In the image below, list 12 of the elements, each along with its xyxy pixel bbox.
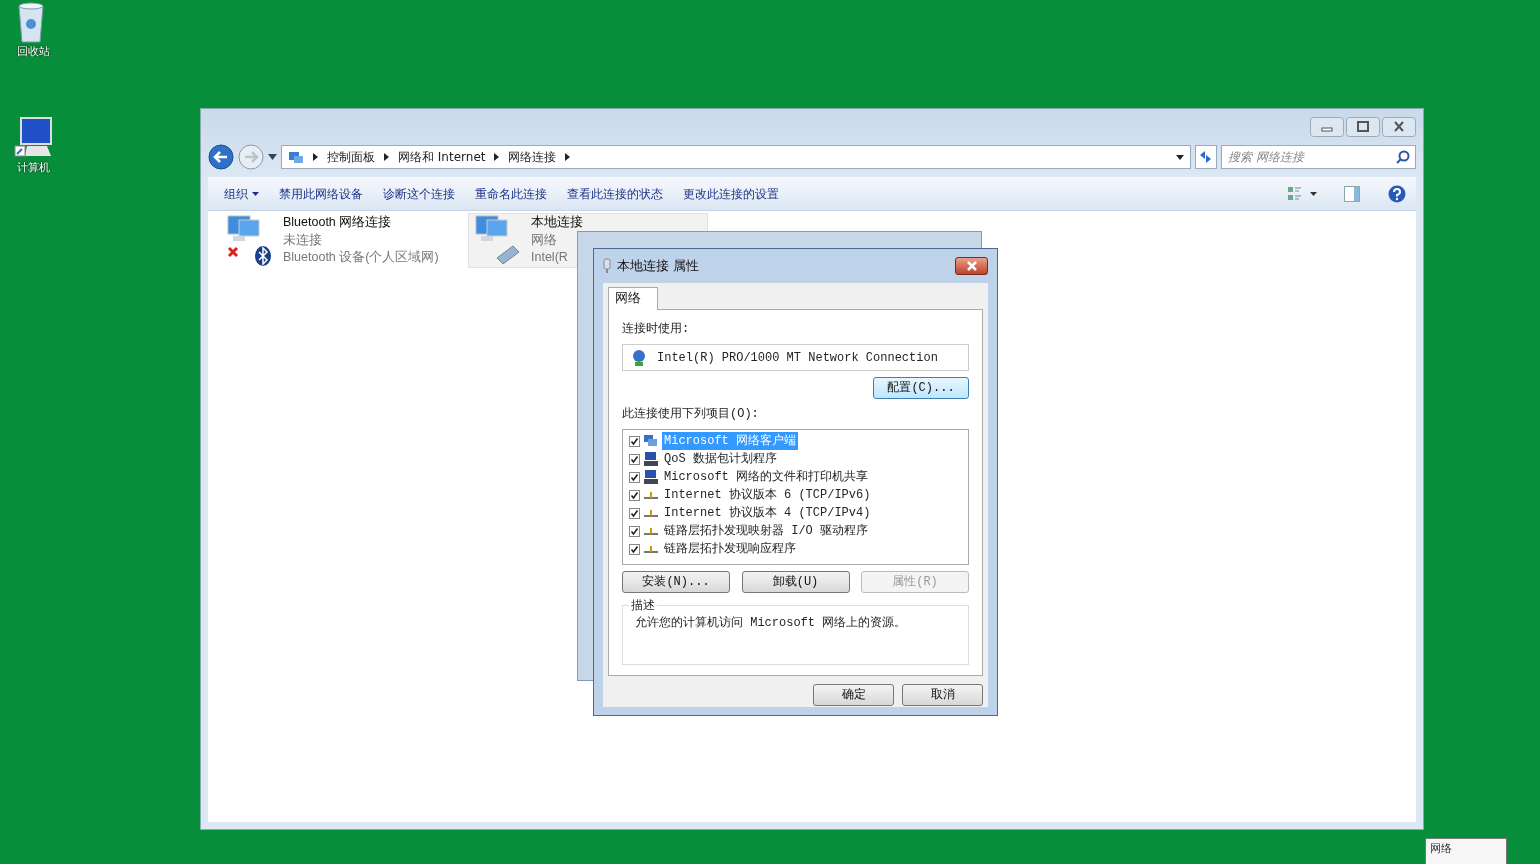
connection-device: Bluetooth 设备(个人区域网): [283, 249, 439, 266]
connection-status: 网络: [531, 231, 558, 249]
connection-status: 未连接: [283, 231, 323, 249]
field-label: 连接时使用:: [622, 320, 691, 338]
adapter-name: Intel(R) PRO/1000 MT Network Connection: [657, 349, 938, 367]
connection-name: 本地连接: [531, 214, 583, 231]
dialog-title: 本地连接 属性: [617, 256, 699, 275]
field-label: 此连接使用下列项目(O):: [622, 406, 760, 424]
connection-name: Bluetooth 网络连接: [283, 214, 393, 231]
description-text: 允许您的计算机访问 Microsoft 网络上的资源。: [635, 615, 908, 633]
connection-device: Intel(R: [531, 249, 569, 266]
tooltip: 网络: [1425, 838, 1507, 864]
